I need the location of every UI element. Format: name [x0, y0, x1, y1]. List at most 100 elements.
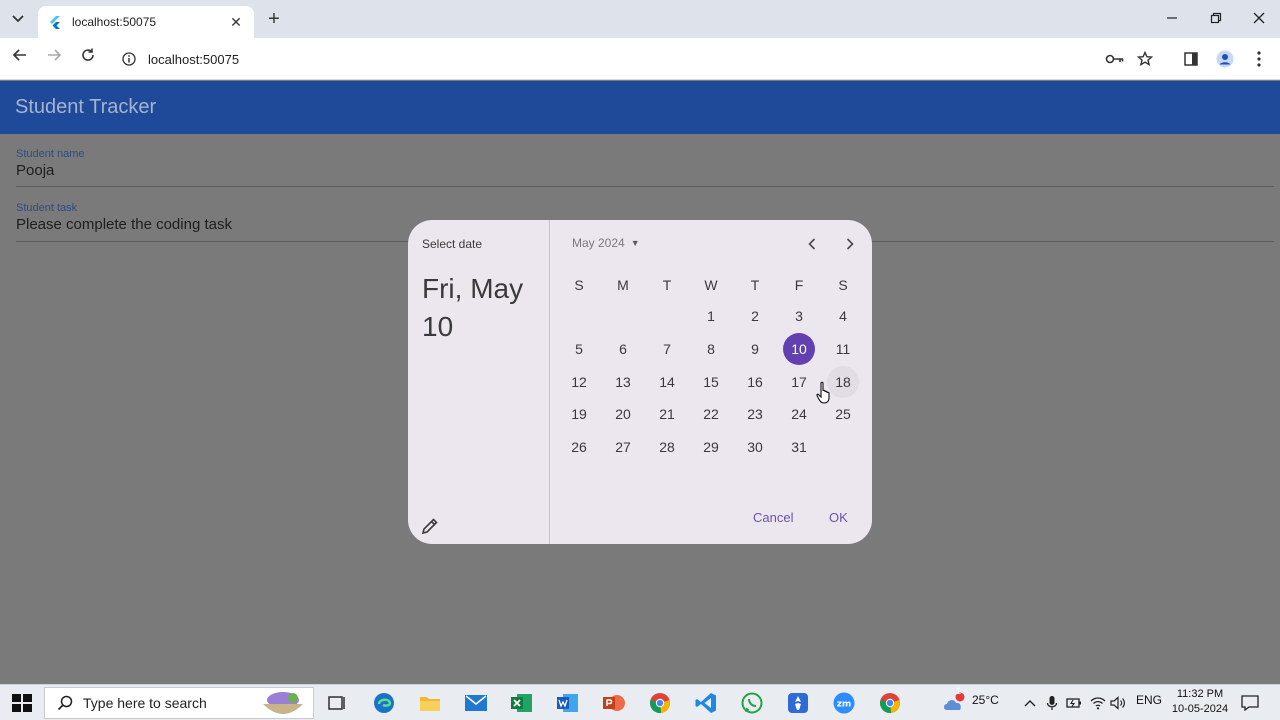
forward-button[interactable]	[42, 47, 66, 71]
info-icon[interactable]	[122, 52, 136, 66]
microphone-button[interactable]	[1040, 691, 1064, 715]
taskbar-word[interactable]	[556, 691, 580, 715]
minimize-icon	[1167, 17, 1177, 19]
month-year-selector[interactable]: May 2024 ▼	[572, 236, 640, 250]
calendar-day[interactable]: 6	[607, 333, 639, 365]
reload-icon	[82, 48, 94, 61]
calendar-day[interactable]: 15	[695, 366, 727, 398]
notifications-button[interactable]	[1238, 691, 1262, 715]
word-icon	[557, 694, 578, 712]
calendar-day[interactable]: 16	[739, 366, 771, 398]
cancel-button[interactable]: Cancel	[753, 510, 793, 525]
calendar-day[interactable]: 12	[563, 366, 595, 398]
back-button[interactable]	[8, 47, 32, 71]
reload-button[interactable]	[76, 47, 100, 71]
taskbar-excel[interactable]	[510, 691, 534, 715]
calendar-day[interactable]: 23	[739, 398, 771, 430]
taskbar-mail[interactable]	[464, 691, 488, 715]
taskbar-powerpoint[interactable]	[602, 691, 626, 715]
taskbar-file-explorer[interactable]	[418, 691, 442, 715]
edge-icon	[374, 693, 394, 713]
calendar-day[interactable]: 7	[651, 333, 683, 365]
calendar-day[interactable]: 2	[739, 300, 771, 332]
calendar-day[interactable]: 14	[651, 366, 683, 398]
input-language[interactable]: ENG	[1136, 693, 1162, 707]
taskbar-chrome[interactable]	[878, 691, 902, 715]
calendar-day[interactable]: 9	[739, 333, 771, 365]
minimize-button[interactable]	[1158, 8, 1186, 30]
chrome-icon	[650, 693, 670, 714]
calendar-day[interactable]: 24	[783, 398, 815, 430]
calendar-day[interactable]: 31	[783, 431, 815, 463]
windows-start-icon[interactable]	[12, 694, 32, 712]
folder-icon	[420, 697, 440, 711]
volume-button[interactable]	[1106, 691, 1130, 715]
close-tab-icon[interactable]: ✕	[228, 14, 244, 31]
taskbar-app-launcher[interactable]	[786, 691, 810, 715]
browser-tab-strip: localhost:50075 ✕ +	[0, 0, 1280, 38]
calendar-day[interactable]: 28	[651, 431, 683, 463]
calendar-day[interactable]: 30	[739, 431, 771, 463]
microphone-icon	[1046, 696, 1058, 710]
taskbar-vscode[interactable]	[694, 691, 718, 715]
calendar-day[interactable]: 4	[827, 300, 859, 332]
student-name-field[interactable]: Student name Pooja	[16, 148, 1274, 187]
calendar-day[interactable]: 17	[783, 366, 815, 398]
previous-month-button[interactable]	[800, 234, 824, 256]
browser-tab[interactable]: localhost:50075 ✕	[38, 6, 254, 38]
avatar-icon	[1216, 50, 1234, 68]
calendar-day-selected[interactable]: 10	[783, 333, 815, 365]
student-name-label: Student name	[16, 148, 85, 160]
calendar-day[interactable]: 21	[651, 398, 683, 430]
calendar-day[interactable]: 26	[563, 431, 595, 463]
calendar-day[interactable]: 5	[563, 333, 595, 365]
calendar-day[interactable]: 19	[563, 398, 595, 430]
menu-button[interactable]	[1247, 47, 1271, 71]
weather-widget[interactable]	[942, 691, 966, 715]
tab-search-button[interactable]	[6, 8, 30, 30]
calendar-day[interactable]: 1	[695, 300, 727, 332]
switch-to-input-button[interactable]	[420, 516, 440, 536]
weather-cloud-icon	[944, 692, 965, 710]
show-hidden-icons-button[interactable]	[1018, 691, 1042, 715]
calendar-day[interactable]: 22	[695, 398, 727, 430]
close-window-button[interactable]	[1245, 8, 1273, 30]
taskbar-whatsapp[interactable]	[740, 691, 764, 715]
calendar-day[interactable]: 8	[695, 333, 727, 365]
side-panel-button[interactable]	[1179, 47, 1203, 71]
task-view-button[interactable]	[325, 691, 349, 715]
password-key-button[interactable]	[1103, 47, 1127, 71]
profile-button[interactable]	[1213, 47, 1237, 71]
battery-charging-icon	[1066, 698, 1081, 708]
taskbar-chrome-profile[interactable]	[648, 691, 672, 715]
calendar-day[interactable]: 29	[695, 431, 727, 463]
student-name-value: Pooja	[16, 162, 55, 179]
battery-button[interactable]	[1062, 691, 1086, 715]
chevron-down-icon	[12, 15, 24, 23]
mail-icon	[465, 695, 487, 711]
chevron-right-icon	[846, 238, 854, 250]
notification-icon	[1241, 695, 1259, 711]
taskbar-zoom[interactable]: zm	[832, 691, 856, 715]
calendar-day[interactable]: 3	[783, 300, 815, 332]
restore-button[interactable]	[1202, 8, 1230, 30]
calendar-day[interactable]: 11	[827, 333, 859, 365]
ok-button[interactable]: OK	[829, 510, 848, 525]
calendar-day[interactable]: 20	[607, 398, 639, 430]
weekday-label: T	[750, 277, 760, 293]
bookmark-button[interactable]	[1133, 47, 1157, 71]
weather-temperature[interactable]: 25°C	[972, 693, 999, 707]
taskbar-clock[interactable]: 11:32 PM 10-05-2024	[1160, 687, 1240, 717]
taskbar-search-box[interactable]: Type here to search	[44, 687, 314, 719]
windows-taskbar: Type here to search zm 1 25°C ENG 11:32 …	[0, 684, 1280, 720]
calendar-day[interactable]: 13	[607, 366, 639, 398]
taskbar-edge[interactable]	[372, 691, 396, 715]
excel-icon	[511, 694, 532, 712]
address-bar[interactable]: localhost:50075	[112, 43, 1272, 75]
arrow-right-icon	[48, 49, 62, 61]
next-month-button[interactable]	[838, 234, 862, 256]
calendar-day[interactable]: 27	[607, 431, 639, 463]
new-tab-button[interactable]: +	[262, 8, 286, 30]
hand-cursor-icon	[816, 381, 830, 404]
arrow-left-icon	[12, 49, 26, 61]
